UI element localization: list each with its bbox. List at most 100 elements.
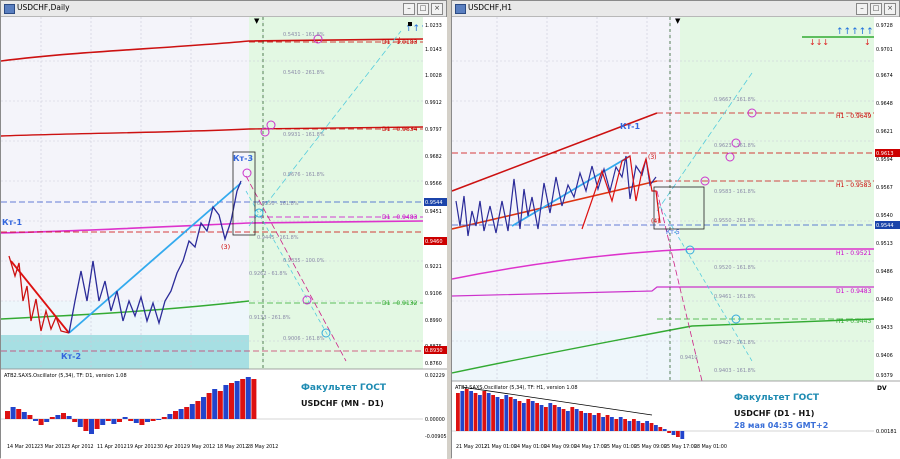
- oscillator-bar: [671, 431, 676, 435]
- price-tick: 1.0233: [425, 23, 442, 29]
- oscillator-bar: [552, 405, 557, 431]
- oscillator-bar: [167, 414, 173, 419]
- fibo-label: 0.9410: [680, 355, 698, 361]
- price-tick: 0.9221: [425, 264, 442, 270]
- date-tick: 25 May 01:00: [604, 444, 637, 450]
- fibo-label: 0.5431 - 161.8%: [283, 32, 325, 38]
- price-badge-text: 0.9544: [425, 200, 443, 206]
- history-zone: [452, 17, 680, 381]
- oscillator-bar: [649, 423, 654, 431]
- time-axis-labels: 21 May 2012 21 May 01:00 24 May 01:00 24…: [456, 444, 727, 450]
- oscillator-bar: [526, 399, 531, 431]
- caption-panel: Факультет ГОСТ USDCHF (MN - D1): [301, 383, 421, 408]
- caption-pair: USDCHF (MN - D1): [301, 399, 384, 408]
- price-tick: 0.9106: [425, 291, 442, 297]
- wave-label-kt1: Кт-1: [620, 122, 640, 131]
- oscillator-bar: [49, 417, 55, 419]
- price-tick: 0.9701: [876, 47, 893, 53]
- wave-label-3: (3): [221, 243, 230, 251]
- osc-tick: 0.00181: [876, 429, 897, 435]
- caption-panel: Факультет ГОСТ USDCHF (D1 - H1) 28 мая 0…: [734, 393, 874, 430]
- price-badge-text: 0.9613: [876, 151, 894, 157]
- oscillator-bar: [662, 429, 667, 431]
- price-tick: 0.9797: [425, 127, 442, 133]
- price-badge-text: 0.9544: [876, 223, 894, 229]
- right-chart-canvas[interactable]: Кт-1 (3) (4) Кт-5 H1 - 0.9649 H1 - 0.958…: [452, 1, 900, 459]
- fibo-label: 0.9427 - 161.8%: [714, 340, 756, 346]
- price-tick: 0.9433: [876, 325, 893, 331]
- oscillator-bar: [195, 401, 201, 419]
- fibo-label: 0.9676 - 161.8%: [283, 172, 325, 178]
- wave-label-3: (3): [648, 154, 657, 161]
- oscillator-bar: [596, 413, 601, 431]
- oscillator-bar: [570, 407, 575, 431]
- oscillator-bar: [44, 419, 50, 422]
- oscillator-bar: [245, 377, 251, 419]
- oscillator-bar: [469, 391, 473, 431]
- oscillator-bar: [173, 411, 178, 419]
- date-tick: 21 May 2012: [456, 444, 487, 450]
- right-chart-window[interactable]: USDCHF,H1 – □ × Кт-1 (3) (4) Кт-5 H1 - 0…: [451, 0, 900, 459]
- price-tick: 0.9451: [425, 209, 442, 215]
- price-tick: 0.8990: [425, 318, 442, 324]
- date-tick: 25 May 17:00: [664, 444, 697, 450]
- oscillator-bar: [486, 393, 491, 431]
- oscillator-bar: [33, 419, 38, 421]
- date-tick: 28 May 2012: [247, 444, 278, 450]
- oscillator-bar: [234, 381, 240, 419]
- fibo-label: 0.5410 - 261.8%: [283, 70, 325, 76]
- caption-datetime: 28 мая 04:35 GMT+2: [734, 421, 829, 430]
- date-tick: 3 Apr 2012: [67, 444, 94, 450]
- oscillator-bar: [55, 415, 61, 419]
- level-label: H1 - 0.9521: [836, 250, 871, 257]
- level-label: D1 - 0.9834: [382, 126, 418, 133]
- oscillator-bar: [601, 417, 605, 431]
- date-tick: 19 Apr 2012: [127, 444, 157, 450]
- oscillator-bar: [89, 419, 94, 434]
- oscillator-bar: [614, 419, 619, 431]
- oscillator-bar: [10, 407, 16, 419]
- price-tick: 0.9648: [876, 101, 893, 107]
- oscillator-bar: [605, 415, 610, 431]
- date-tick: 30 Apr 2012: [157, 444, 187, 450]
- oscillator-bar: [482, 391, 487, 431]
- marker-icon: [408, 22, 412, 26]
- oscillator-bar: [178, 409, 184, 419]
- price-tick: 1.0143: [425, 47, 442, 53]
- osc-tick: DV: [877, 385, 887, 392]
- arrow-down-icon: ↓↓↓: [809, 38, 829, 47]
- oscillator-bar: [94, 419, 100, 429]
- wave-label-kt3: Кт-3: [233, 154, 253, 163]
- oscillator-bar: [566, 411, 570, 431]
- oscillator-bar: [592, 415, 597, 431]
- fibo-label: 0.9583 - 161.8%: [714, 189, 756, 195]
- fibo-label: 0.9667 - 161.8%: [714, 97, 756, 103]
- date-tick: 24 May 01:00: [514, 444, 547, 450]
- oscillator-bar: [658, 427, 663, 431]
- fibo-label: 0.9623 - 161.8%: [714, 143, 756, 149]
- oscillator-bar: [150, 419, 156, 421]
- date-tick: 25 May 09:00: [634, 444, 667, 450]
- oscillator-bar: [72, 419, 78, 422]
- fibo-label: 0.9445 - 161.8%: [257, 235, 299, 241]
- price-badge-text: 0.8930: [425, 348, 443, 354]
- date-tick: 11 Apr 2012: [97, 444, 127, 450]
- date-tick: 9 May 2012: [187, 444, 215, 450]
- oscillator-bar: [623, 419, 627, 431]
- oscillator-bar: [548, 403, 553, 431]
- left-chart-window[interactable]: USDCHF,Daily – □ × Кт-1 Кт-2 Кт-3 (3) D1…: [0, 0, 447, 459]
- oscillator-bar: [535, 403, 539, 431]
- level-label: H1 - 0.9649: [836, 113, 871, 120]
- oscillator-bar: [16, 409, 22, 419]
- wave-label-kt1: Кт-1: [2, 218, 22, 227]
- oscillator-bar: [610, 417, 614, 431]
- oscillator-bar: [539, 405, 544, 431]
- price-tick: 1.0028: [425, 73, 442, 79]
- oscillator-bar: [588, 413, 592, 431]
- oscillator-bar: [460, 391, 465, 431]
- oscillator-bar: [189, 404, 195, 419]
- arrow-down-icon: ↓: [864, 38, 871, 47]
- oscillator-bar: [583, 413, 588, 431]
- oscillator-bar: [133, 419, 139, 423]
- oscillator-bar: [217, 391, 223, 419]
